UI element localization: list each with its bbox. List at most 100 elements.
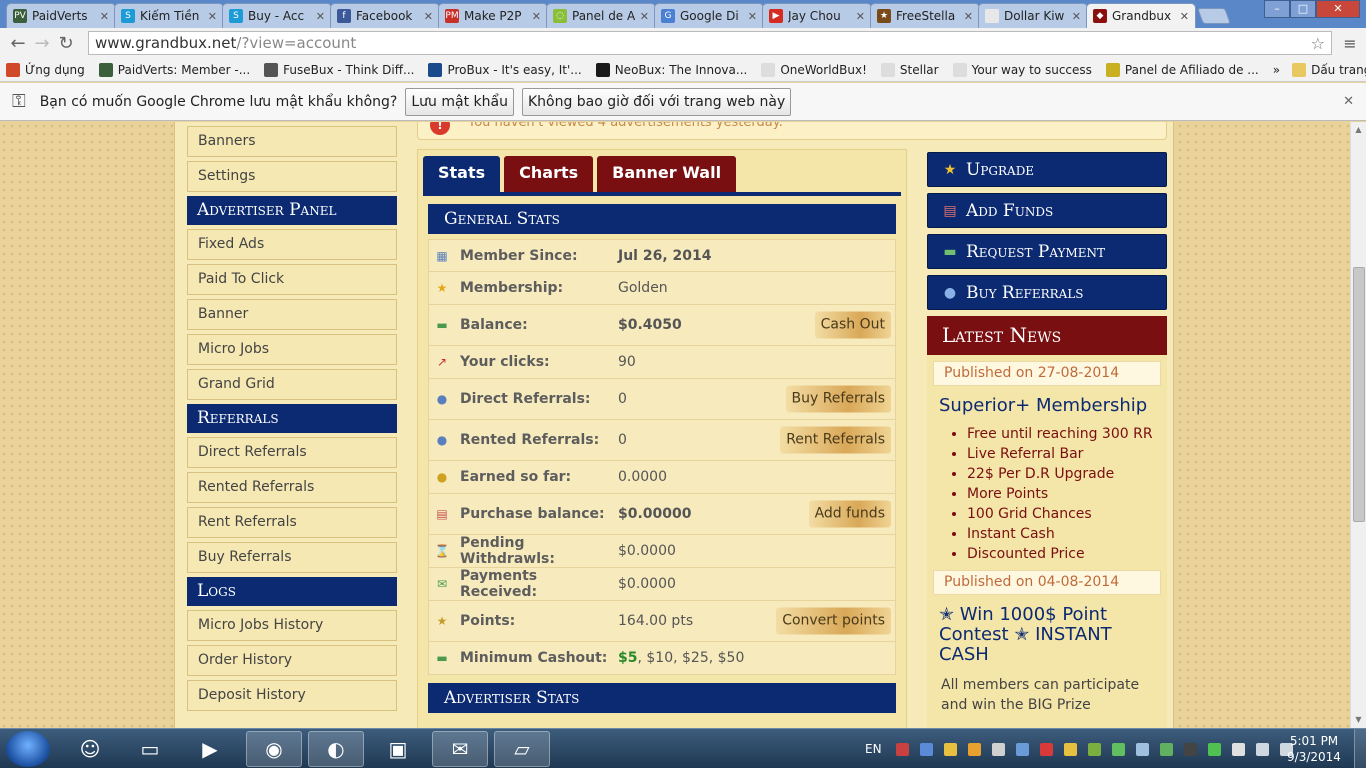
sidebar-item[interactable]: Paid To Click <box>187 264 397 295</box>
bookmark-item[interactable]: Ứng dụng <box>6 62 85 77</box>
browser-tab[interactable]: f Facebook ✕ <box>330 3 440 28</box>
bookmarks-more-chevron[interactable]: » <box>1273 63 1280 77</box>
sidebar-item[interactable]: Direct Referrals <box>187 437 397 468</box>
tray-icon[interactable] <box>1063 742 1077 756</box>
tray-icon[interactable] <box>967 742 981 756</box>
tray-icon[interactable] <box>1207 742 1221 756</box>
browser-tab[interactable]: PM Make P2P ✕ <box>438 3 548 28</box>
page-scrollbar[interactable]: ▲ ▼ <box>1350 122 1366 728</box>
language-indicator[interactable]: EN <box>865 742 882 756</box>
tab-close-icon[interactable]: ✕ <box>100 10 109 23</box>
infobar-close-icon[interactable]: ✕ <box>1343 94 1354 109</box>
minimize-button[interactable]: – <box>1264 0 1290 18</box>
browser-tab[interactable]: ★ FreeStella ✕ <box>870 3 980 28</box>
new-tab-button[interactable] <box>1197 8 1231 24</box>
tray-icon[interactable] <box>895 742 909 756</box>
bookmark-item[interactable]: ProBux - It's easy, It'... <box>428 62 582 77</box>
address-bar[interactable]: www.grandbux.net/?view=account ☆ <box>88 31 1332 55</box>
save-password-button[interactable]: Lưu mật khẩu <box>405 87 514 116</box>
tab-banner-wall[interactable]: Banner Wall <box>597 156 737 192</box>
sidebar-action-button[interactable]: ● Buy Referrals <box>927 275 1167 310</box>
back-arrow-icon[interactable]: ← <box>6 33 30 54</box>
sidebar-action-button[interactable]: ▬ Request Payment <box>927 234 1167 269</box>
stat-action-button[interactable]: Buy Referrals <box>785 385 891 413</box>
tab-close-icon[interactable]: ✕ <box>1180 10 1189 23</box>
taskbar-clock[interactable]: 5:01 PM 9/3/2014 <box>1284 733 1344 765</box>
tray-icon[interactable] <box>1039 742 1053 756</box>
tray-icon[interactable] <box>943 742 957 756</box>
tab-close-icon[interactable]: ✕ <box>1072 10 1081 23</box>
tray-icon[interactable] <box>1231 742 1245 756</box>
stat-action-button[interactable]: Cash Out <box>814 311 891 339</box>
browser-tab[interactable]: ▶ Jay Chou ✕ <box>762 3 872 28</box>
other-bookmarks-folder[interactable]: Dấu trang khác <box>1292 62 1366 77</box>
sidebar-item[interactable]: Rented Referrals <box>187 472 397 503</box>
scroll-thumb[interactable] <box>1353 267 1365 522</box>
volume-icon[interactable] <box>1255 742 1269 756</box>
tray-icon[interactable] <box>1087 742 1101 756</box>
stat-action-button[interactable]: Convert points <box>776 607 891 635</box>
sidebar-item[interactable]: Buy Referrals <box>187 542 397 573</box>
explorer-icon[interactable]: ▭ <box>122 731 178 767</box>
tab-close-icon[interactable]: ✕ <box>856 10 865 23</box>
sidebar-item[interactable]: Fixed Ads <box>187 229 397 260</box>
never-save-button[interactable]: Không bao giờ đối với trang web này <box>521 87 792 116</box>
scroll-down-icon[interactable]: ▼ <box>1351 712 1366 728</box>
browser-tab[interactable]: ◆ Grandbux ✕ <box>1086 3 1196 28</box>
sidebar-item[interactable]: Micro Jobs History <box>187 610 397 641</box>
taskbar-app-icon[interactable]: ☺ <box>62 731 118 767</box>
firefox-icon[interactable]: ◐ <box>308 731 364 767</box>
stat-action-button[interactable]: Add funds <box>808 500 891 528</box>
tray-icon[interactable] <box>1135 742 1149 756</box>
browser-tab[interactable]: ◌ Panel de A ✕ <box>546 3 656 28</box>
sidebar-action-button[interactable]: ★ Upgrade <box>927 152 1167 187</box>
tab-charts[interactable]: Charts <box>504 156 594 192</box>
bookmark-item[interactable]: Your way to success <box>952 62 1092 77</box>
chrome-menu-icon[interactable]: ≡ <box>1340 34 1360 53</box>
tab-close-icon[interactable]: ✕ <box>208 10 217 23</box>
tray-icon[interactable] <box>1159 742 1173 756</box>
browser-tab[interactable]: PV PaidVerts ✕ <box>6 3 116 28</box>
news-title[interactable]: Superior+ Membership <box>939 396 1161 416</box>
sidebar-item[interactable]: Settings <box>187 161 397 192</box>
reload-icon[interactable]: ↻ <box>54 33 78 54</box>
sidebar-item[interactable]: Order History <box>187 645 397 676</box>
tray-icon[interactable] <box>991 742 1005 756</box>
messenger-icon[interactable]: ✉ <box>432 731 488 767</box>
scroll-up-icon[interactable]: ▲ <box>1351 122 1366 138</box>
sidebar-item[interactable]: Banners <box>187 126 397 157</box>
tray-icon[interactable] <box>919 742 933 756</box>
tray-icon[interactable] <box>1111 742 1125 756</box>
tray-icon[interactable] <box>1015 742 1029 756</box>
sidebar-item[interactable]: Banner <box>187 299 397 330</box>
tab-close-icon[interactable]: ✕ <box>964 10 973 23</box>
media-player-icon[interactable]: ▶ <box>182 731 238 767</box>
tab-close-icon[interactable]: ✕ <box>316 10 325 23</box>
stat-action-button[interactable]: Rent Referrals <box>780 426 891 454</box>
news-title[interactable]: ✭ Win 1000$ Point Contest ✭ INSTANT CASH <box>939 605 1161 665</box>
tab-stats[interactable]: Stats <box>423 156 501 192</box>
tray-icon[interactable] <box>1183 742 1197 756</box>
forward-arrow-icon[interactable]: → <box>30 33 54 54</box>
chrome-icon[interactable]: ◉ <box>246 731 302 767</box>
tab-close-icon[interactable]: ✕ <box>424 10 433 23</box>
bookmark-item[interactable]: Panel de Afiliado de ... <box>1105 62 1259 77</box>
bookmark-item[interactable]: PaidVerts: Member -... <box>98 62 250 77</box>
browser-tab[interactable]: S Kiếm Tiền ✕ <box>114 3 224 28</box>
browser-tab[interactable]: G Google Di ✕ <box>654 3 764 28</box>
sidebar-item[interactable]: Grand Grid <box>187 369 397 400</box>
window-app-icon[interactable]: ▱ <box>494 731 550 767</box>
close-window-button[interactable]: ✕ <box>1316 0 1360 18</box>
bookmark-item[interactable]: NeoBux: The Innova... <box>595 62 747 77</box>
start-button[interactable] <box>6 731 50 767</box>
sidebar-item[interactable]: Deposit History <box>187 680 397 711</box>
sidebar-action-button[interactable]: ▤ Add Funds <box>927 193 1167 228</box>
bookmark-star-icon[interactable]: ☆ <box>1311 34 1325 53</box>
bookmark-item[interactable]: Stellar <box>880 62 939 77</box>
show-desktop-button[interactable] <box>1354 729 1366 768</box>
tab-close-icon[interactable]: ✕ <box>532 10 541 23</box>
bookmark-item[interactable]: OneWorldBux! <box>761 62 867 77</box>
browser-tab[interactable]: Dollar Kiw ✕ <box>978 3 1088 28</box>
network-app-icon[interactable]: ▣ <box>370 731 426 767</box>
browser-tab[interactable]: S Buy - Acc ✕ <box>222 3 332 28</box>
